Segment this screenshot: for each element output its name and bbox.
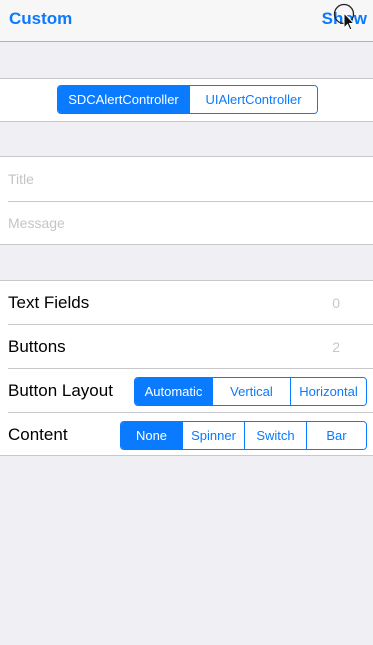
text-fields-label: Text Fields — [8, 293, 90, 312]
text-fields-row[interactable]: Text Fields 0 — [0, 281, 373, 325]
title-row — [0, 157, 373, 201]
buttons-row[interactable]: Buttons 2 — [0, 325, 373, 369]
settings-section: Text Fields 0 Buttons 2 Button Layout Au… — [0, 280, 373, 456]
segment-switch[interactable]: Switch — [244, 422, 306, 449]
segment-spinner[interactable]: Spinner — [182, 422, 244, 449]
content-label: Content — [8, 425, 68, 444]
controller-section: SDCAlertController UIAlertController — [0, 78, 373, 122]
segment-none[interactable]: None — [121, 422, 182, 449]
mouse-cursor-icon — [333, 3, 356, 31]
content-segmented-control: None Spinner Switch Bar — [120, 421, 367, 450]
button-layout-segmented-control: Automatic Vertical Horizontal — [134, 377, 367, 406]
controller-segmented-control: SDCAlertController UIAlertController — [57, 85, 318, 114]
segment-vertical[interactable]: Vertical — [212, 378, 290, 405]
content-row: Content None Spinner Switch Bar — [0, 413, 373, 457]
message-field[interactable] — [8, 201, 365, 245]
segment-horizontal[interactable]: Horizontal — [290, 378, 366, 405]
segment-bar[interactable]: Bar — [306, 422, 366, 449]
message-row — [0, 201, 373, 245]
navigation-bar: Custom Show — [0, 0, 373, 42]
text-input-section — [0, 156, 373, 245]
button-layout-label: Button Layout — [8, 381, 113, 400]
button-layout-row: Button Layout Automatic Vertical Horizon… — [0, 369, 373, 413]
text-fields-value[interactable]: 0 — [332, 295, 340, 311]
title-field[interactable] — [8, 157, 365, 201]
segment-uialertcontroller[interactable]: UIAlertController — [189, 86, 317, 113]
buttons-value[interactable]: 2 — [332, 339, 340, 355]
custom-button[interactable]: Custom — [9, 9, 72, 29]
segment-automatic[interactable]: Automatic — [135, 378, 212, 405]
segment-sdcalertcontroller[interactable]: SDCAlertController — [58, 86, 189, 113]
buttons-label: Buttons — [8, 337, 66, 356]
